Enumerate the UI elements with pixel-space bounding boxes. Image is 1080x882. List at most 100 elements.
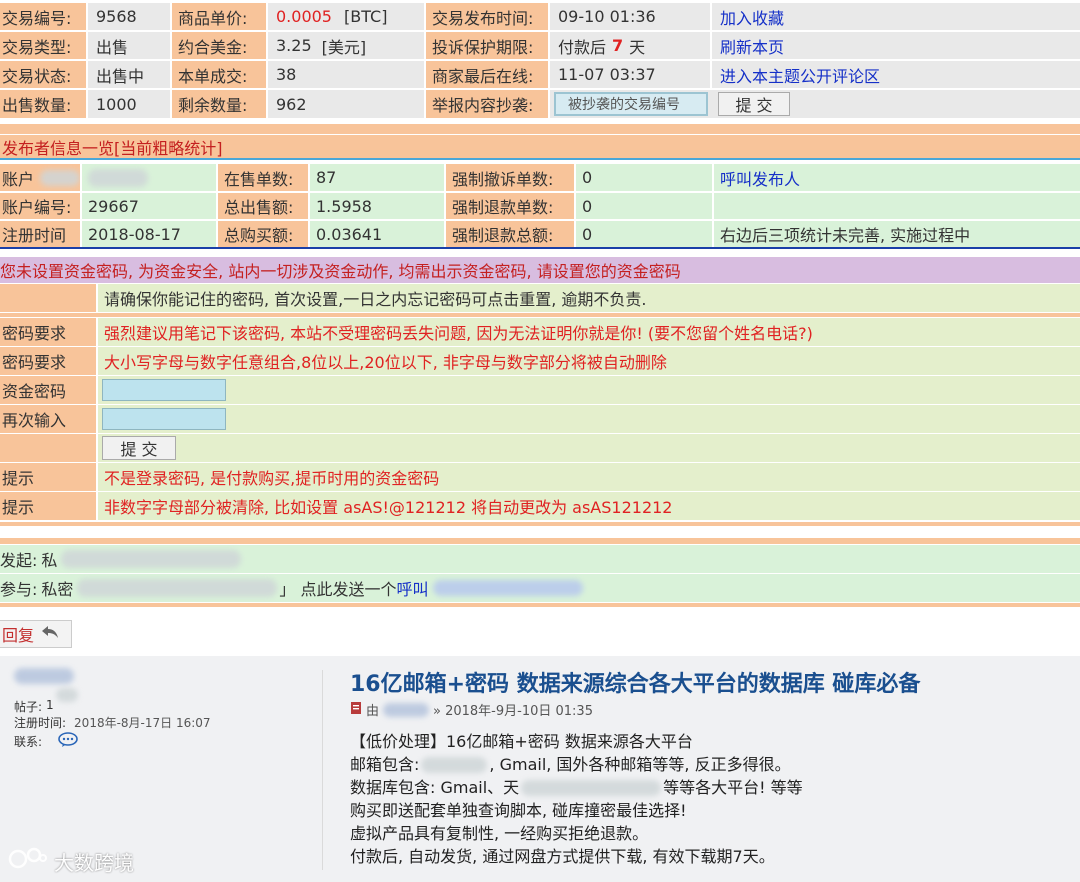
on-sale-count: 87 (310, 164, 446, 191)
post-line-suffix: 等等各大平台! 等等 (663, 778, 803, 797)
blurred-account-name (88, 168, 148, 187)
fund-password-input[interactable] (102, 379, 226, 401)
fund-password-warning: 您未设置资金密码, 为资金安全, 站内一切涉及资金动作, 均需出示资金密码, 请… (0, 257, 1080, 283)
divider (0, 313, 1080, 317)
notice-text: 请确保你能记住的密码, 首次设置,一日之内忘记密码可点击重置, 逾期不负责. (98, 284, 1080, 312)
submit-cell: 提 交 (98, 434, 1080, 462)
label: 帖子: (14, 700, 43, 714)
unit-price: 0.0005 (276, 7, 332, 26)
empty-label (0, 434, 98, 462)
tip-row-1: 提示 不是登录密码, 是付款购买,提币时用的资金密码 (0, 463, 1080, 491)
divider (0, 522, 1080, 526)
account-id: 29667 (82, 193, 218, 219)
call-link[interactable]: 呼叫 (397, 576, 429, 600)
stats-note: 右边后三项统计未完善, 实施过程中 (714, 221, 1080, 247)
total-purchase: 0.03641 (310, 221, 446, 247)
post-body: 【低价处理】16亿邮箱+密码 数据来源各大平台 邮箱包含: , Gmail, 国… (350, 730, 803, 868)
label: 本单成交: (172, 61, 268, 88)
label: 商品单价: (172, 3, 268, 30)
account-name (82, 164, 218, 191)
forced-refund-count: 0 (576, 193, 714, 219)
label: 注册时间: (14, 716, 67, 730)
initiator-label: 发起: (0, 551, 38, 570)
report-cell: 被抄袭的交易编号 提 交 (550, 90, 1080, 118)
label: 注册时间 (0, 221, 82, 247)
label: 出售数量: (0, 90, 88, 118)
post-date: » 2018年-9月-10日 01:35 (433, 704, 593, 719)
post-line: 购买即送配套单独查询脚本, 碰库撞密最佳选择! (350, 801, 687, 820)
requirement-1: 强烈建议用笔记下该密码, 本站不受理密码丢失问题, 因为无法证明你就是你! (要… (98, 318, 1080, 346)
label: 强制退款总额: (446, 221, 576, 247)
label: 交易类型: (0, 32, 88, 59)
blurred-author-name (14, 668, 74, 684)
reply-label: 回复 (2, 626, 35, 645)
label: 强制退款单数: (446, 193, 576, 219)
refresh-page-link[interactable]: 刷新本页 (712, 32, 1080, 59)
post-line: 数据库包含: Gmail、天 等等各大平台! 等等 (350, 776, 803, 799)
reply-arrow-icon (40, 624, 60, 644)
usd-unit: [美元] (321, 37, 367, 57)
watermark-text: 大数跨境 (54, 851, 134, 875)
blurred-account (40, 169, 80, 186)
reply-button[interactable]: 回复 (0, 620, 72, 648)
post-divider (322, 670, 323, 870)
publisher-row-2: 账户编号: 29667 总出售额: 1.5958 强制退款单数: 0 (0, 193, 1080, 219)
plagiarized-id-input[interactable]: 被抄袭的交易编号 (554, 92, 708, 116)
post-line: 邮箱包含: , Gmail, 国外各种邮箱等等, 反正多得很。 (350, 753, 803, 776)
label: 剩余数量: (172, 90, 268, 118)
label: 商家最后在线: (426, 61, 550, 88)
section-divider (0, 124, 1080, 134)
price-cell: 0.0005 [BTC] (268, 3, 426, 30)
participant-label: 参与: (0, 580, 38, 599)
password-submit-button[interactable]: 提 交 (102, 436, 176, 460)
period-suffix: 天 (629, 37, 646, 57)
label: 约合美金: (172, 32, 268, 59)
trade-row-1: 交易编号: 9568 商品单价: 0.0005 [BTC] 交易发布时间: 09… (0, 3, 1080, 30)
label: 强制撤诉单数: (446, 164, 576, 191)
blurred-text (421, 756, 488, 773)
label: 资金密码 (0, 376, 98, 404)
post-title[interactable]: 16亿邮箱+密码 数据来源综合各大平台的数据库 碰库必备 (350, 666, 920, 698)
divider (0, 603, 1080, 607)
post-meta: 由 » 2018年-9月-10日 01:35 (350, 700, 593, 719)
confirm-row: 再次输入 (0, 405, 1080, 433)
requirement-row-1: 密码要求 强烈建议用笔记下该密码, 本站不受理密码丢失问题, 因为无法证明你就是… (0, 318, 1080, 346)
chat-icon[interactable] (58, 732, 78, 751)
label: 在售单数: (218, 164, 310, 191)
sell-quantity: 1000 (88, 90, 172, 118)
register-time: 2018年-8月-17日 16:07 (74, 716, 211, 730)
trade-row-2: 交易类型: 出售 约合美金: 3.25 [美元] 投诉保护期限: 付款后 7 天… (0, 32, 1080, 59)
confirm-password-input[interactable] (102, 408, 226, 430)
merchant-last-online: 11-07 03:37 (550, 61, 712, 88)
trade-id: 9568 (88, 3, 172, 30)
label: 总出售额: (218, 193, 310, 219)
forced-withdraw-count: 0 (576, 164, 714, 191)
requirement-row-2: 密码要求 大小写字母与数字任意组合,8位以上,20位以下, 非字母与数字部分将被… (0, 347, 1080, 375)
trade-type: 出售 (88, 32, 172, 59)
publisher-row-1: 账户 在售单数: 87 强制撤诉单数: 0 呼叫发布人 (0, 164, 1080, 191)
label: 账户编号: (0, 193, 82, 219)
document-icon (350, 701, 362, 719)
report-submit-button[interactable]: 提 交 (718, 92, 790, 116)
usd-value: 3.25 (276, 36, 312, 55)
period-days: 7 (612, 36, 624, 55)
watermark-logo-icon (8, 846, 48, 877)
label: 交易编号: (0, 3, 88, 30)
blurred-text (521, 779, 662, 796)
contact-row: 联系: (14, 732, 78, 751)
participant-row: 参与: 私密 」 点此发送一个 呼叫 (0, 574, 1080, 602)
tip-1: 不是登录密码, 是付款购买,提币时用的资金密码 (98, 463, 1080, 491)
blurred-initiator (61, 550, 242, 568)
label: 投诉保护期限: (426, 32, 550, 59)
password-row: 资金密码 (0, 376, 1080, 404)
add-favorite-link[interactable]: 加入收藏 (712, 3, 1080, 30)
initiator-row: 发起: 私 (0, 545, 1080, 573)
post-line: 虚拟产品具有复制性, 一经购买拒绝退款。 (350, 824, 649, 843)
forum-post: 帖子: 1 注册时间: 2018年-8月-17日 16:07 联系: 大数跨境 … (0, 656, 1080, 882)
call-publisher-link[interactable]: 呼叫发布人 (714, 164, 1080, 191)
public-comment-link[interactable]: 进入本主题公开评论区 (712, 61, 1080, 88)
confirm-cell (98, 405, 1080, 433)
blurred-poster (383, 702, 430, 717)
label: 联系: (14, 735, 43, 749)
blurred-avatar (56, 688, 78, 702)
